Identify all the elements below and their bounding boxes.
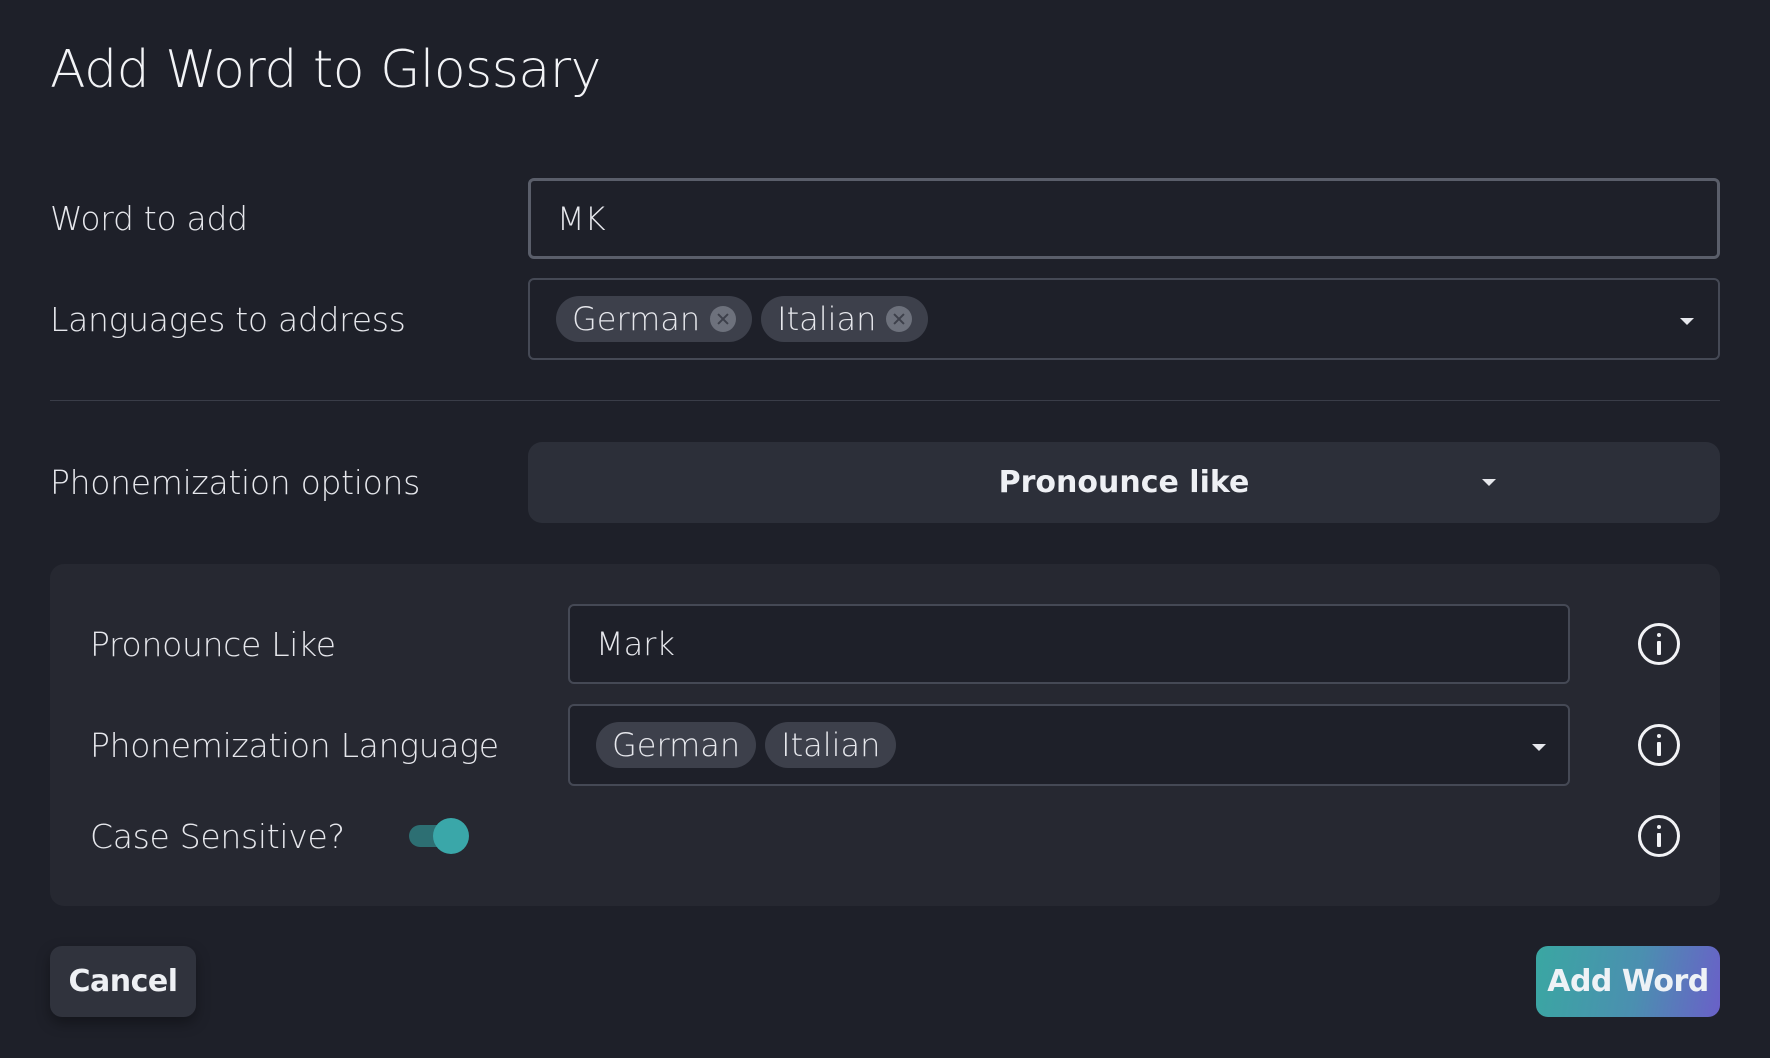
caret-down-icon[interactable] — [1532, 744, 1546, 751]
case-sensitive-row: Case Sensitive? — [90, 806, 1680, 866]
word-input[interactable]: MK — [528, 178, 1720, 259]
phonemization-chip-label: Italian — [781, 726, 881, 764]
caret-down-icon[interactable] — [1680, 318, 1694, 325]
info-icon[interactable] — [1638, 815, 1680, 857]
info-icon[interactable] — [1638, 724, 1680, 766]
info-icon[interactable] — [1638, 623, 1680, 665]
word-input-value: MK — [557, 199, 606, 238]
languages-select[interactable]: German Italian — [528, 278, 1720, 360]
phonemization-chip-german: German — [596, 722, 757, 768]
close-circle-icon[interactable] — [886, 306, 913, 332]
pronounce-like-value: Mark — [596, 625, 675, 663]
phonemization-language-label: Phonemization Language — [90, 725, 499, 765]
toggle-knob[interactable] — [433, 818, 469, 854]
pronounce-like-input[interactable]: Mark — [568, 604, 1570, 684]
case-sensitive-label: Case Sensitive? — [90, 816, 345, 856]
phonemization-selected: Pronounce like — [998, 465, 1250, 500]
languages-label: Languages to address — [50, 299, 406, 339]
language-chip-german: German — [556, 296, 753, 342]
phonemization-label: Phonemization options — [50, 463, 421, 502]
phonemization-language-select[interactable]: German Italian — [568, 704, 1570, 786]
phonemization-language-row: Phonemization Language German Italian — [90, 704, 1680, 786]
language-chip-italian: Italian — [761, 296, 929, 342]
cancel-button[interactable]: Cancel — [50, 946, 196, 1017]
word-label: Word to add — [50, 198, 248, 238]
close-circle-icon[interactable] — [710, 306, 737, 332]
add-word-dialog: Add Word to Glossary Word to add MK Lang… — [0, 0, 1770, 1058]
pronounce-like-row: Pronounce Like Mark — [90, 604, 1680, 684]
word-row: Word to add MK — [50, 178, 1720, 259]
dialog-title: Add Word to Glossary — [50, 40, 601, 100]
pronounce-like-label: Pronounce Like — [90, 624, 336, 664]
caret-down-icon — [1482, 479, 1496, 486]
pronounce-panel: Pronounce Like Mark Phonemization Langua… — [50, 564, 1720, 906]
phonemization-chip-label: German — [612, 726, 741, 764]
language-chip-label: German — [572, 300, 701, 338]
language-chip-label: Italian — [777, 300, 877, 338]
divider — [50, 400, 1720, 401]
phonemization-select[interactable]: Pronounce like — [528, 442, 1720, 523]
case-sensitive-toggle[interactable] — [409, 818, 469, 854]
add-word-button[interactable]: Add Word — [1536, 946, 1720, 1017]
phonemization-chip-italian: Italian — [765, 722, 897, 768]
languages-row: Languages to address German Italian — [50, 278, 1720, 360]
